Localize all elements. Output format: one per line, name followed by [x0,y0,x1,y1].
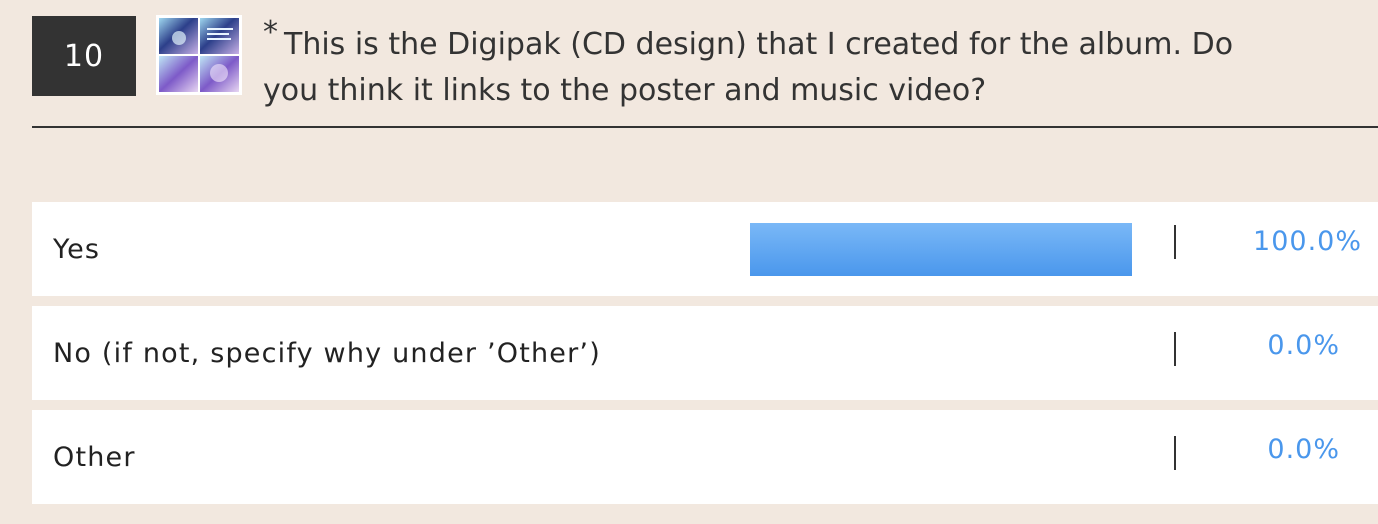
result-bar-no [750,327,1132,380]
percent-yes: 100.0% [1253,225,1362,257]
digipak-thumbnail-image[interactable] [156,15,242,95]
result-row-yes: Yes 100.0% [32,202,1378,296]
result-row-no: No (if not, specify why under ’Other’) 0… [32,306,1378,400]
result-bar-other [750,431,1132,484]
question-text: * This is the Digipak (CD design) that I … [263,15,1293,114]
option-label-yes: Yes [53,233,101,265]
result-bar-yes [750,223,1132,276]
percent-other: 0.0% [1267,433,1340,465]
header-divider [32,126,1378,128]
option-label-other: Other [53,441,136,473]
required-asterisk: * [263,15,278,50]
separator-tick [1174,225,1176,259]
percent-no: 0.0% [1267,329,1340,361]
result-row-other: Other 0.0% [32,410,1378,504]
option-label-no: No (if not, specify why under ’Other’) [53,337,601,369]
question-prompt: This is the Digipak (CD design) that I c… [263,27,1234,108]
result-bar-fill-yes [750,223,1132,276]
question-number-badge: 10 [32,16,136,96]
digipak-thumbnail-graphic [159,18,239,92]
